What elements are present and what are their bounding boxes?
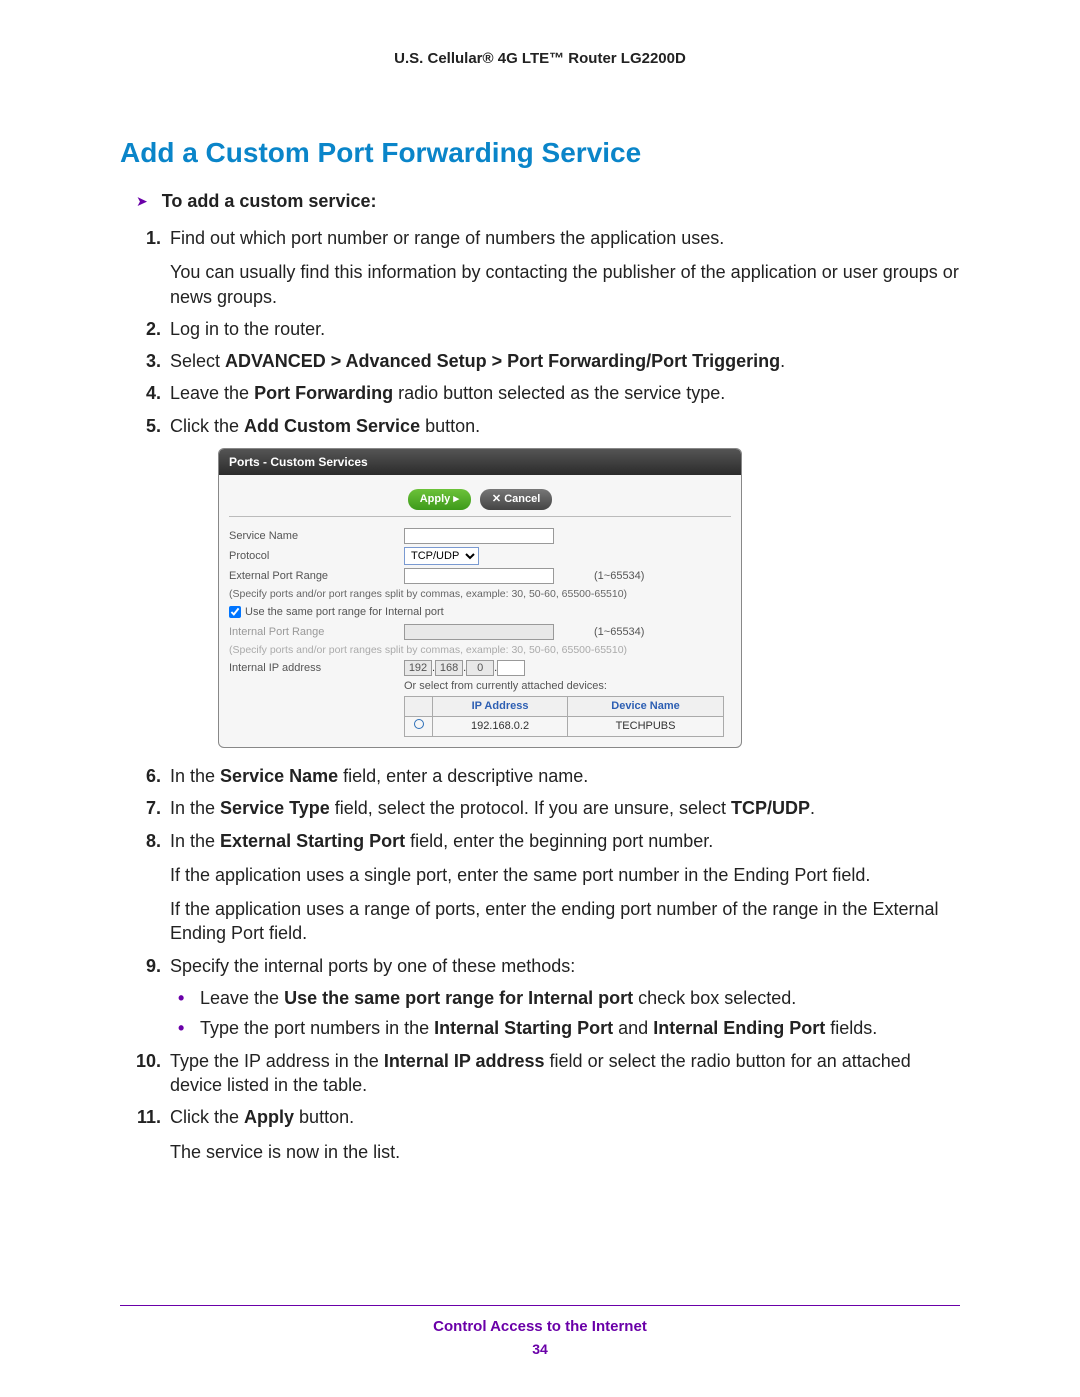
doc-header: U.S. Cellular® 4G LTE™ Router LG2200D [120,50,960,67]
step-1-note: You can usually find this information by… [170,260,960,309]
screenshot-panel: Ports - Custom Services Apply ▸ ✕ Cancel… [218,448,742,748]
same-port-checkbox[interactable] [229,606,241,618]
protocol-select[interactable]: TCP/UDP [404,547,479,565]
footer-rule [120,1305,960,1306]
devices-caption: Or select from currently attached device… [404,679,731,694]
panel-title: Ports - Custom Services [219,449,741,475]
apply-button[interactable]: Apply ▸ [408,489,471,510]
step-9: Specify the internal ports by one of the… [166,954,960,1041]
ext-range-label: External Port Range [229,569,404,584]
procedure-heading: ➤ To add a custom service: [136,191,960,212]
step-1: Find out which port number or range of n… [166,226,960,309]
int-range-label: Internal Port Range [229,625,404,640]
step-2: Log in to the router. [166,317,960,341]
service-name-label: Service Name [229,529,404,544]
devices-table: IP Address Device Name 192.168.0.2 TECHP… [404,696,724,737]
device-name: TECHPUBS [568,717,724,737]
same-port-label: Use the same port range for Internal por… [245,605,444,620]
ext-range-input[interactable] [404,568,554,584]
step-3: Select ADVANCED > Advanced Setup > Port … [166,349,960,373]
procedure-heading-text: To add a custom service: [162,191,377,212]
protocol-label: Protocol [229,549,404,564]
steps-list: Find out which port number or range of n… [166,226,960,1164]
ext-range-note: (Specify ports and/or port ranges split … [229,587,731,601]
cancel-button[interactable]: ✕ Cancel [480,489,552,510]
footer-page-number: 34 [0,1341,1080,1357]
table-row: 192.168.0.2 TECHPUBS [405,717,724,737]
step-8-p2: If the application uses a range of ports… [170,897,960,946]
step-9-bullet-1: Leave the Use the same port range for In… [170,986,960,1010]
step-8-p1: If the application uses a single port, e… [170,863,960,887]
int-range-input [404,624,554,640]
ip-octet-4[interactable] [497,660,525,676]
page-title: Add a Custom Port Forwarding Service [120,137,960,169]
device-radio[interactable] [414,719,424,729]
step-8: In the External Starting Port field, ent… [166,829,960,946]
step-6: In the Service Name field, enter a descr… [166,764,960,788]
device-ip: 192.168.0.2 [433,717,568,737]
int-ip-label: Internal IP address [229,661,404,676]
ip-octet-2 [435,660,463,676]
col-device: Device Name [568,697,724,717]
int-range-note: (Specify ports and/or port ranges split … [229,643,731,657]
ip-octet-1 [404,660,432,676]
step-7: In the Service Type field, select the pr… [166,796,960,820]
service-name-input[interactable] [404,528,554,544]
col-ip: IP Address [433,697,568,717]
step-10: Type the IP address in the Internal IP a… [166,1049,960,1098]
ext-range-hint: (1~65534) [594,569,644,584]
ip-octet-3 [466,660,494,676]
step-5: Click the Add Custom Service button. Por… [166,414,960,748]
step-1-text: Find out which port number or range of n… [170,228,724,248]
arrow-icon: ➤ [136,193,148,210]
step-11-note: The service is now in the list. [170,1140,960,1164]
step-11: Click the Apply button. The service is n… [166,1105,960,1164]
page-footer: Control Access to the Internet 34 [0,1305,1080,1357]
step-4: Leave the Port Forwarding radio button s… [166,381,960,405]
step-9-bullet-2: Type the port numbers in the Internal St… [170,1016,960,1040]
int-range-hint: (1~65534) [594,625,644,640]
footer-section-title: Control Access to the Internet [0,1318,1080,1335]
